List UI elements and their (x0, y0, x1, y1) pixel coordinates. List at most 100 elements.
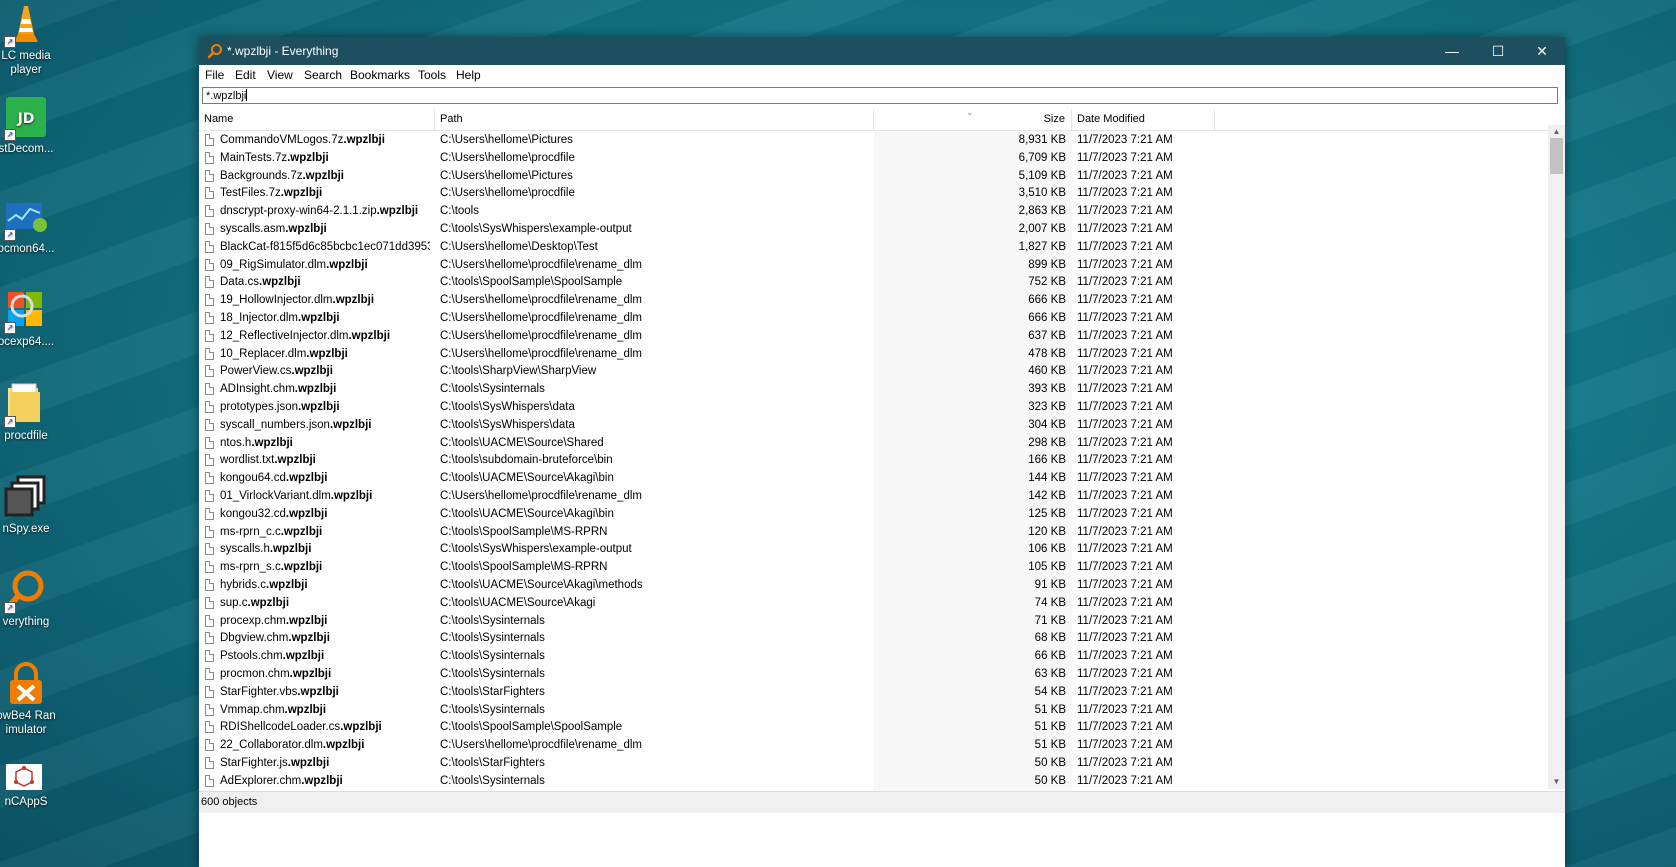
desktop-icon-procdfile[interactable]: ↗ procdfile (0, 382, 60, 443)
maximize-button[interactable]: ☐ (1475, 37, 1521, 65)
file-size: 74 KB (1034, 596, 1066, 609)
scroll-down-arrow-icon[interactable]: ▼ (1548, 775, 1565, 789)
title-bar[interactable]: *.wpzlbji - Everything — ☐ ✕ (199, 37, 1565, 65)
desktop-icon-ransim[interactable]: owBe4 Ran imulator (0, 662, 60, 737)
table-row[interactable]: AdExplorer.chm.wpzlbji C:\tools\Sysintern… (199, 773, 1548, 791)
table-row[interactable]: ADInsight.chm.wpzlbji C:\tools\Sysinterna… (199, 381, 1548, 399)
column-header-path[interactable]: Path (435, 109, 874, 130)
file-extension: .wpzlbji (294, 383, 337, 396)
file-size: 2,863 KB (1018, 205, 1066, 218)
menu-file[interactable]: File (205, 68, 224, 82)
search-input-text: *.wpzlbji (206, 90, 247, 102)
table-row[interactable]: wordlist.txt.wpzlbji C:\tools\subdomain-b… (199, 452, 1548, 470)
table-row[interactable]: MainTests.7z.wpzlbji C:\Users\hellome\pro… (199, 150, 1548, 168)
table-row[interactable]: Backgrounds.7z.wpzlbji C:\Users\hellome\P… (199, 168, 1548, 186)
file-base-name: 22_Collaborator.dlm (220, 739, 323, 752)
menu-edit[interactable]: Edit (235, 68, 256, 82)
file-icon (205, 561, 214, 574)
table-row[interactable]: sup.c.wpzlbji C:\tools\UACME\Source\Akagi… (199, 595, 1548, 613)
file-base-name: ms-rprn_s.c (220, 561, 281, 574)
table-row[interactable]: kongou32.cd.wpzlbji C:\tools\UACME\Source… (199, 506, 1548, 524)
table-row[interactable]: Data.cs.wpzlbji C:\tools\SpoolSample\Spoo… (199, 274, 1548, 292)
file-extension: .wpzlbji (298, 401, 340, 413)
desktop-icon-label: nCAppS (4, 796, 48, 808)
table-row[interactable]: Vmmap.chm.wpzlbji C:\tools\Sysinternals 51… (199, 702, 1548, 720)
table-row[interactable]: 22_Collaborator.dlm.wpzlbji C:\Users\hell… (199, 737, 1548, 755)
file-path: C:\Users\hellome\Pictures (440, 134, 573, 146)
file-date-modified: 11/7/2023 7:21 AM (1077, 490, 1173, 502)
file-extension: .wpzlbji (289, 668, 332, 680)
table-row[interactable]: kongou64.cd.wpzlbji C:\tools\UACME\Source… (199, 470, 1548, 488)
file-extension: .wpzlbji (274, 454, 316, 467)
file-path: C:\tools\UACME\Source\Shared (440, 436, 604, 449)
table-row[interactable]: 18_Injector.dlm.wpzlbji C:\Users\hellome\… (199, 310, 1548, 328)
table-row[interactable]: 10_Replacer.dlm.wpzlbji C:\Users\hellome\… (199, 346, 1548, 364)
file-base-name: procmon.chm (220, 668, 290, 680)
table-row[interactable]: procmon.chm.wpzlbji C:\tools\Sysinternals… (199, 666, 1548, 684)
desktop-icon-procexp[interactable]: ↗ ocexp64.... (0, 288, 60, 349)
scroll-up-arrow-icon[interactable]: ▲ (1548, 125, 1565, 139)
table-row[interactable]: 01_VirlockVariant.dlm.wpzlbji C:\Users\he… (199, 488, 1548, 506)
file-path: C:\tools\SysWhispers\data (440, 401, 575, 413)
desktop-icon-molecule[interactable]: nCAppS (0, 762, 60, 809)
file-extension: .wpzlbji (282, 650, 325, 663)
table-row[interactable]: StarFighter.js.wpzlbji C:\tools\StarFight… (199, 755, 1548, 773)
table-row[interactable]: StarFighter.vbs.wpzlbji C:\tools\StarFigh… (199, 684, 1548, 702)
file-base-name: Pstools.chm (220, 650, 283, 663)
table-row[interactable]: RDIShellcodeLoader.cs.wpzlbji C:\tools\Sp… (199, 719, 1548, 737)
everything-window[interactable]: *.wpzlbji - Everything — ☐ ✕ File Edit V… (199, 37, 1565, 867)
menu-tools[interactable]: Tools (418, 68, 446, 82)
menu-help[interactable]: Help (456, 68, 481, 82)
column-header-name[interactable]: Name (199, 109, 435, 130)
file-icon (205, 757, 214, 769)
menu-search[interactable]: Search (304, 68, 342, 82)
file-name: procmon.chm.wpzlbji (220, 666, 430, 684)
menu-view[interactable]: View (267, 68, 293, 82)
table-row[interactable]: ms-rprn_c.c.wpzlbji C:\tools\SpoolSample\… (199, 524, 1548, 542)
table-row[interactable]: Dbgview.chm.wpzlbji C:\tools\Sysinternals… (199, 630, 1548, 648)
table-row[interactable]: hybrids.c.wpzlbji C:\tools\UACME\Source\A… (199, 577, 1548, 595)
table-row[interactable]: PowerView.cs.wpzlbji C:\tools\SharpView\S… (199, 363, 1548, 381)
desktop-icon-winspy[interactable]: nSpy.exe (0, 475, 60, 536)
table-row[interactable]: CommandoVMLogos.7z.wpzlbji C:\Users\hello… (199, 132, 1548, 150)
table-row[interactable]: Pstools.chm.wpzlbji C:\tools\Sysinternals… (199, 648, 1548, 666)
menu-bookmarks[interactable]: Bookmarks (350, 68, 410, 82)
results-list[interactable]: CommandoVMLogos.7z .wpzlbji C:\Users\hello… (199, 131, 1548, 791)
minimize-button[interactable]: — (1429, 37, 1475, 65)
table-row[interactable]: 19_HollowInjector.dlm.wpzlbji C:\Users\he… (199, 292, 1548, 310)
table-row[interactable]: 12_ReflectiveInjector.dlm.wpzlbji C:\User… (199, 328, 1548, 346)
desktop-icon-label: ocmon64... (0, 243, 55, 255)
desktop-icon-jd[interactable]: JD ↗ stDecom... (0, 95, 60, 156)
file-path: C:\tools\Sysinternals (440, 383, 545, 396)
file-base-name: ms-rprn_c.c (220, 525, 281, 538)
table-row[interactable]: syscall_numbers.json.wpzlbji C:\tools\Sys… (199, 417, 1548, 435)
desktop-icon-procmon[interactable]: ↗ ocmon64... (0, 195, 60, 256)
table-row[interactable]: BlackCat-f815f5d6c85bcbc1ec071dd3953... C… (199, 239, 1548, 257)
search-input[interactable]: *.wpzlbji (202, 87, 1558, 104)
scrollbar-thumb[interactable] (1550, 138, 1563, 174)
file-date-modified: 11/7/2023 7:21 AM (1077, 579, 1173, 591)
desktop-icon-everything[interactable]: ↗ verything (0, 568, 60, 629)
table-row[interactable]: TestFiles.7z.wpzlbji C:\Users\hellome\pro… (199, 185, 1548, 203)
file-size: 6,709 KB (1018, 151, 1066, 164)
file-icon (205, 347, 214, 360)
table-row[interactable]: syscalls.asm.wpzlbji C:\tools\SysWhispers… (199, 221, 1548, 239)
file-date-modified: 11/7/2023 7:21 AM (1077, 436, 1173, 449)
file-date-modified: 11/7/2023 7:21 AM (1077, 312, 1173, 324)
close-button[interactable]: ✕ (1519, 37, 1565, 65)
desktop-icon-vlc[interactable]: ↗ LC media player (0, 2, 60, 77)
file-size: 304 KB (1028, 418, 1066, 431)
table-row[interactable]: ntos.h.wpzlbji C:\tools\UACME\Source\Shar… (199, 435, 1548, 453)
file-date-modified: 11/7/2023 7:21 AM (1077, 721, 1173, 734)
table-row[interactable]: dnscrypt-proxy-win64-2.1.1.zip.wpzlbji C:… (199, 203, 1548, 221)
file-base-name: procexp.chm (220, 614, 286, 627)
table-row[interactable]: syscalls.h.wpzlbji C:\tools\SysWhispers\e… (199, 541, 1548, 559)
file-size: 666 KB (1028, 312, 1066, 324)
table-row[interactable]: ms-rprn_s.c.wpzlbji C:\tools\SpoolSample\… (199, 559, 1548, 577)
table-row[interactable]: procexp.chm.wpzlbji C:\tools\Sysinternals… (199, 613, 1548, 631)
file-base-name: CommandoVMLogos.7z (220, 134, 344, 146)
table-row[interactable]: prototypes.json.wpzlbji C:\tools\SysWhisp… (199, 399, 1548, 417)
vertical-scrollbar[interactable]: ▲ ▼ (1548, 125, 1565, 789)
column-header-date[interactable]: Date Modified (1072, 109, 1215, 130)
table-row[interactable]: 09_RigSimulator.dlm.wpzlbji C:\Users\hell… (199, 257, 1548, 275)
